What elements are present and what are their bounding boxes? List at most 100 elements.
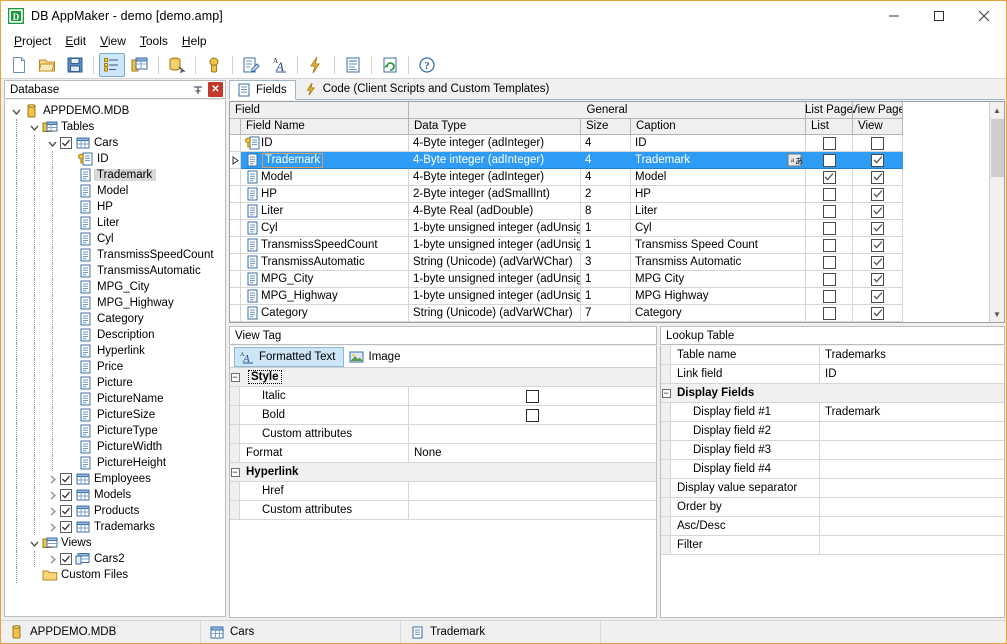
cell-view-checkbox[interactable] (853, 237, 903, 254)
tree-item-products[interactable]: Products (5, 503, 225, 519)
cell-view-checkbox[interactable] (853, 152, 903, 169)
row-selector[interactable] (230, 254, 241, 271)
cell-size[interactable]: 4 (581, 135, 631, 152)
property-row[interactable]: Asc/Desc (661, 517, 1004, 536)
scroll-up-arrow[interactable]: ▲ (990, 102, 1005, 118)
scrollbar-thumb[interactable] (991, 119, 1004, 177)
property-row[interactable]: Display field #1Trademark (661, 403, 1004, 422)
property-row[interactable]: Display field #2 (661, 422, 1004, 441)
cell-view-checkbox[interactable] (853, 254, 903, 271)
cell-data-type[interactable]: 4-Byte integer (adInteger) (409, 135, 581, 152)
help-icon[interactable]: ? (414, 53, 440, 77)
tree-item-transmissspeedcount[interactable]: TransmissSpeedCount (5, 247, 225, 263)
cell-data-type[interactable]: 1-byte unsigned integer (adUnsignedTinyI… (409, 288, 581, 305)
tree-item-employees[interactable]: Employees (5, 471, 225, 487)
tab-code[interactable]: Code (Client Scripts and Custom Template… (296, 79, 559, 99)
tree-expander-expanded-icon[interactable] (27, 535, 42, 551)
cell-data-type[interactable]: 2-Byte integer (adSmallInt) (409, 186, 581, 203)
cell-caption[interactable]: Cyl (631, 220, 806, 237)
property-row[interactable]: Display field #3 (661, 441, 1004, 460)
collapse-minus-icon[interactable]: − (230, 463, 240, 481)
cell-list-checkbox-box[interactable] (823, 307, 836, 320)
tree-item-appdemo-mdb[interactable]: APPDEMO.MDB (5, 103, 225, 119)
cell-view-checkbox-box[interactable] (871, 137, 884, 150)
cell-list-checkbox-box[interactable] (823, 239, 836, 252)
property-value[interactable] (819, 479, 1004, 497)
cell-data-type[interactable]: 1-byte unsigned integer (adUnsignedTinyI… (409, 271, 581, 288)
property-checkbox[interactable] (526, 390, 539, 403)
open-project-icon[interactable] (34, 53, 60, 77)
cell-caption[interactable]: HP (631, 186, 806, 203)
property-value[interactable] (408, 406, 656, 424)
cell-list-checkbox-box[interactable] (823, 222, 836, 235)
close-icon[interactable] (961, 1, 1006, 31)
group-header-general[interactable]: General (409, 102, 806, 119)
cell-caption[interactable]: Model (631, 169, 806, 186)
tree-expander-expanded-icon[interactable] (9, 103, 24, 119)
cell-data-type[interactable]: String (Unicode) (adVarWChar) (409, 254, 581, 271)
tree-item-models[interactable]: Models (5, 487, 225, 503)
cell-field-name[interactable]: MPG_Highway (241, 288, 409, 305)
cell-list-checkbox[interactable] (806, 152, 853, 169)
font-style-icon[interactable]: AA (266, 53, 292, 77)
menu-tools[interactable]: Tools (133, 32, 175, 50)
property-row[interactable]: Table nameTrademarks (661, 346, 1004, 365)
cell-view-checkbox[interactable] (853, 220, 903, 237)
cell-view-checkbox[interactable] (853, 271, 903, 288)
tree-item-checkbox[interactable] (60, 521, 72, 533)
property-row[interactable]: Custom attributes (230, 501, 656, 520)
cell-caption[interactable]: Liter (631, 203, 806, 220)
property-row[interactable]: Order by (661, 498, 1004, 517)
database-tree[interactable]: APPDEMO.MDBTablesCarsIDTrademarkModelHPL… (4, 100, 226, 617)
cell-caption[interactable]: Category (631, 305, 806, 322)
tree-item-views[interactable]: Views (5, 535, 225, 551)
tree-item-cyl[interactable]: Cyl (5, 231, 225, 247)
cell-field-name[interactable]: MPG_City (241, 271, 409, 288)
tree-item-checkbox[interactable] (60, 489, 72, 501)
property-value[interactable] (819, 460, 1004, 478)
cell-view-checkbox-box[interactable] (871, 239, 884, 252)
tree-item-mpg-city[interactable]: MPG_City (5, 279, 225, 295)
property-row[interactable]: Bold (230, 406, 656, 425)
cell-data-type[interactable]: 4-Byte integer (adInteger) (409, 152, 581, 169)
cell-list-checkbox[interactable] (806, 305, 853, 322)
property-value[interactable] (819, 517, 1004, 535)
cell-field-name[interactable]: Category (241, 305, 409, 322)
grid-vertical-scrollbar[interactable]: ▲ ▼ (989, 102, 1004, 322)
collapse-minus-icon[interactable]: − (230, 368, 240, 386)
cell-field-name[interactable]: ID (241, 135, 409, 152)
cell-caption[interactable]: MPG City (631, 271, 806, 288)
cell-view-checkbox[interactable] (853, 135, 903, 152)
row-selector[interactable] (230, 288, 241, 305)
property-value[interactable] (819, 498, 1004, 516)
property-value[interactable]: None (408, 444, 656, 462)
tree-expander-collapsed-icon[interactable] (45, 471, 60, 487)
cell-list-checkbox-box[interactable] (823, 273, 836, 286)
cell-caption[interactable]: MPG Highway (631, 288, 806, 305)
cell-field-name[interactable]: Model (241, 169, 409, 186)
row-selector[interactable] (230, 237, 241, 254)
tree-expander-expanded-icon[interactable] (45, 135, 60, 151)
refresh-page-icon[interactable] (377, 53, 403, 77)
row-selector[interactable] (230, 135, 241, 152)
column-header-size[interactable]: Size (581, 119, 631, 135)
multilang-icon[interactable]: aあ (787, 152, 803, 168)
cell-view-checkbox-box[interactable] (871, 154, 884, 167)
table-row[interactable]: Model4-Byte integer (adInteger)4Model (230, 169, 989, 186)
cell-size[interactable]: 7 (581, 305, 631, 322)
cell-size[interactable]: 1 (581, 288, 631, 305)
cell-list-checkbox[interactable] (806, 186, 853, 203)
cell-view-checkbox[interactable] (853, 305, 903, 322)
cell-view-checkbox[interactable] (853, 186, 903, 203)
tree-item-model[interactable]: Model (5, 183, 225, 199)
tree-item-picturewidth[interactable]: PictureWidth (5, 439, 225, 455)
table-row[interactable]: TransmissAutomaticString (Unicode) (adVa… (230, 254, 989, 271)
tree-item-checkbox[interactable] (60, 505, 72, 517)
property-row[interactable]: Href (230, 482, 656, 501)
cell-list-checkbox[interactable] (806, 220, 853, 237)
row-selector[interactable] (230, 203, 241, 220)
cell-view-checkbox-box[interactable] (871, 205, 884, 218)
tree-item-transmissautomatic[interactable]: TransmissAutomatic (5, 263, 225, 279)
lookup-table-property-grid[interactable]: Table nameTrademarksLink fieldID−Display… (661, 346, 1004, 555)
cell-field-name[interactable]: TransmissAutomatic (241, 254, 409, 271)
